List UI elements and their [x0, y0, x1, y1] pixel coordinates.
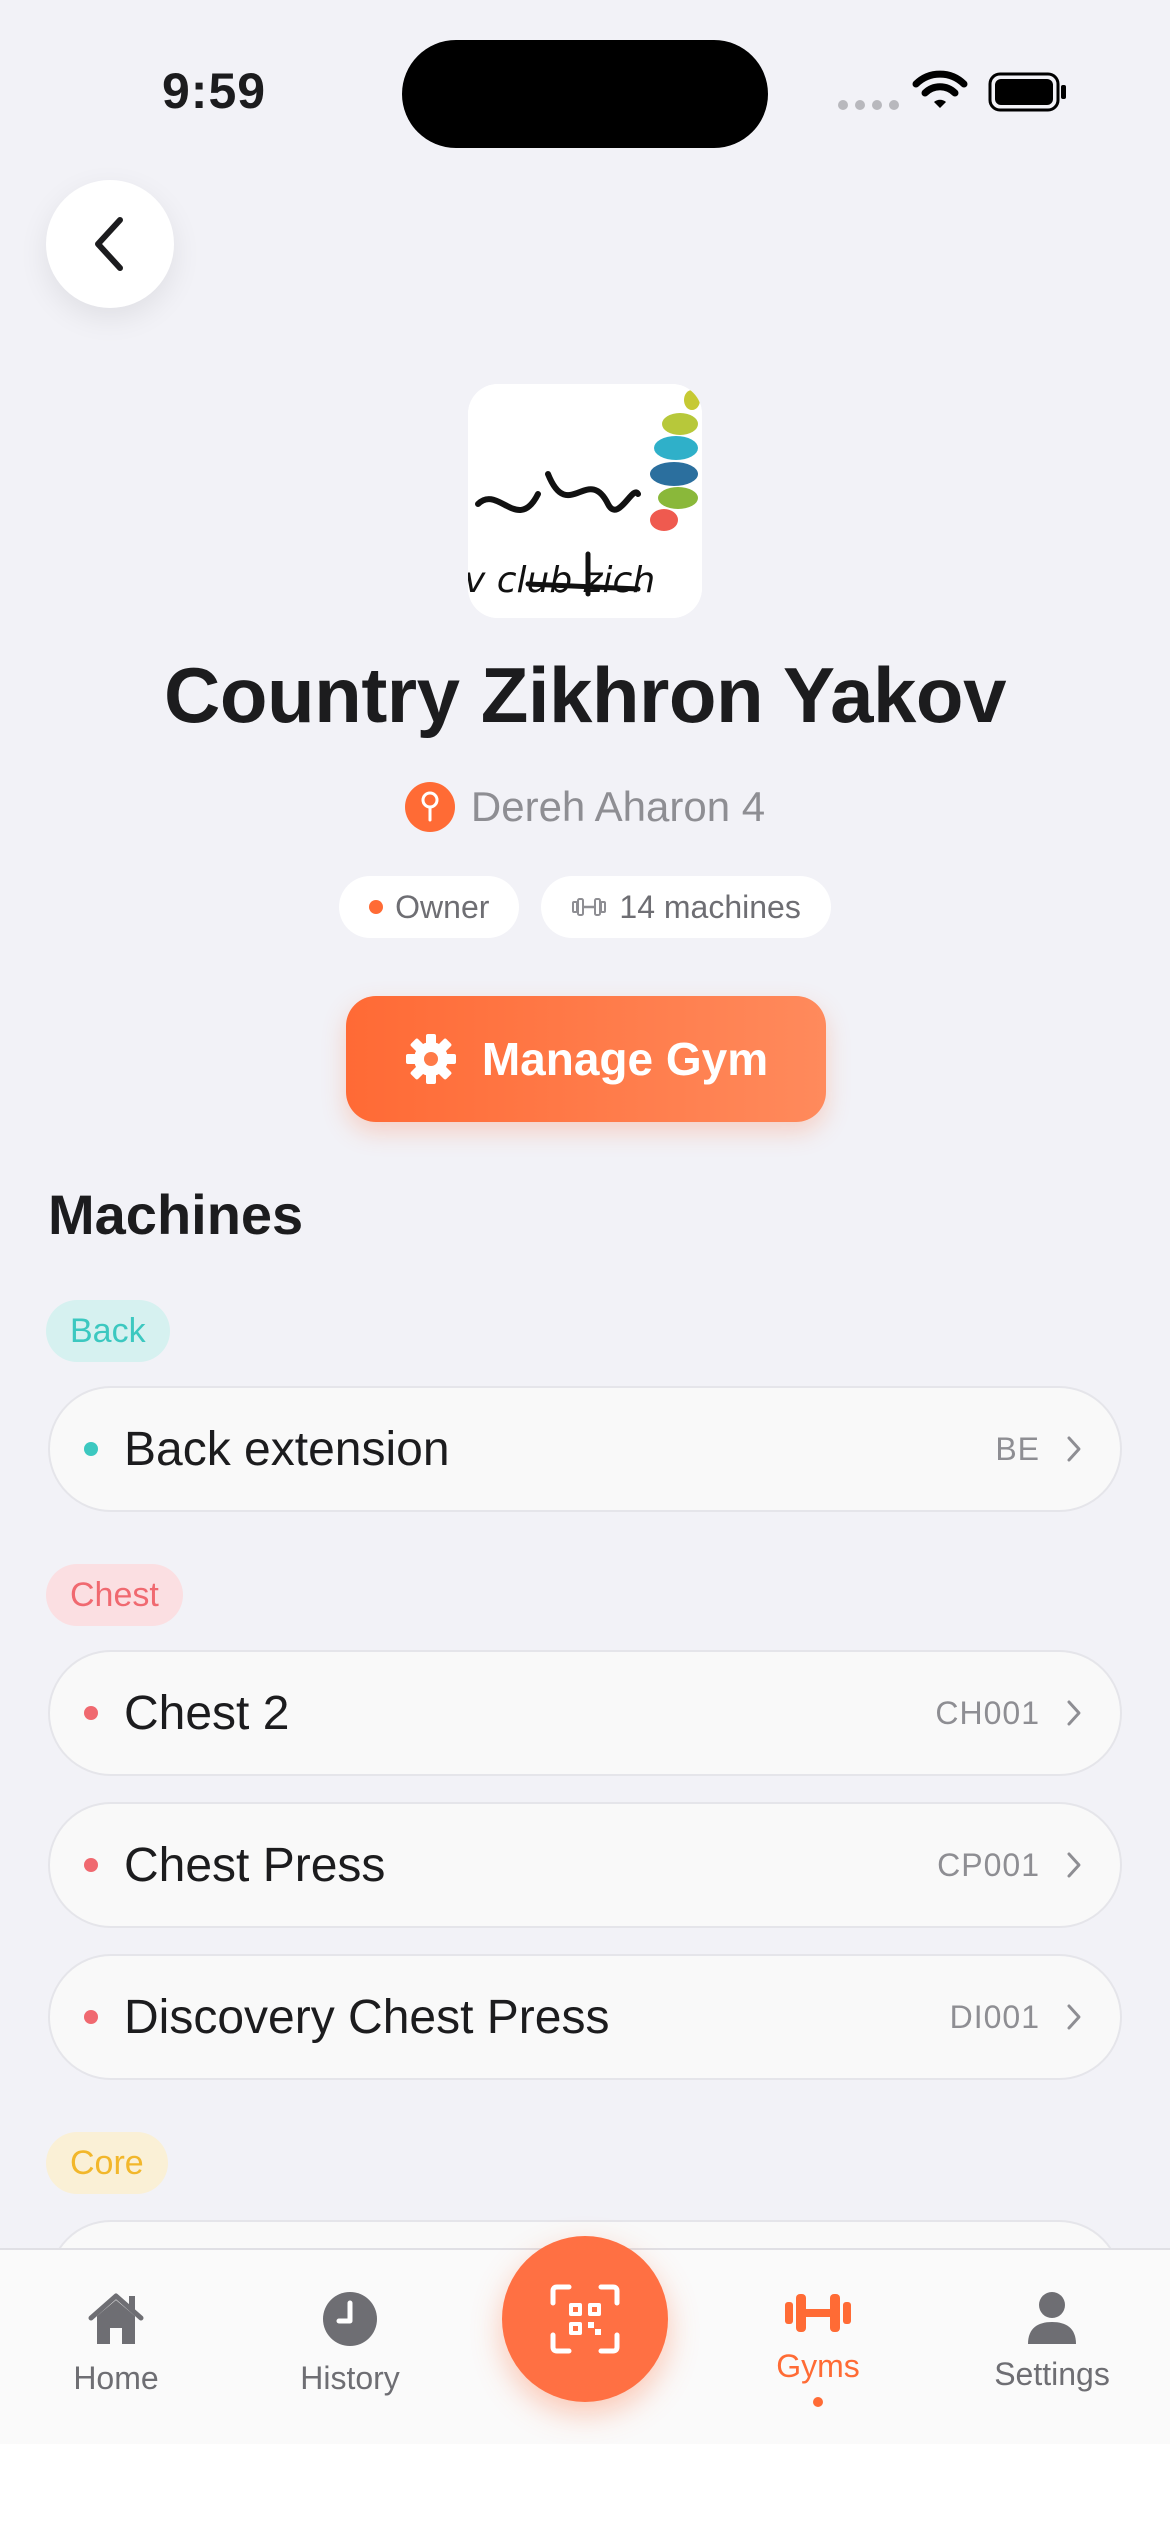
manage-gym-button[interactable]: Manage Gym	[346, 996, 826, 1122]
machine-row-back-extension[interactable]: Back extension BE	[48, 1386, 1122, 1512]
chevron-right-icon	[1067, 2004, 1081, 2030]
tab-label: Settings	[994, 2356, 1110, 2392]
address-text: Dereh Aharon 4	[470, 783, 766, 830]
dumbbell-icon	[572, 898, 607, 916]
chevron-right-icon	[1067, 1852, 1081, 1878]
wifi-icon	[912, 70, 968, 108]
person-icon	[1028, 2292, 1076, 2344]
gym-address: Dereh Aharon 4	[0, 782, 1170, 832]
gym-logo-text: v club zich	[468, 560, 655, 601]
tab-home[interactable]: Home	[16, 2290, 216, 2397]
home-icon	[88, 2293, 144, 2344]
category-dot	[84, 1706, 98, 1720]
category-tag-chest: Chest	[46, 1564, 183, 1626]
machine-code: CP001	[937, 1846, 1040, 1883]
machines-section-title: Machines	[48, 1183, 304, 1246]
status-time: 9:59	[162, 63, 267, 119]
cellular-signal-icon	[838, 100, 899, 110]
gym-logo: v club zich	[468, 384, 702, 618]
machine-row-chest-2[interactable]: Chest 2 CH001	[48, 1650, 1122, 1776]
tab-gyms[interactable]: Gyms	[718, 2290, 918, 2407]
back-button[interactable]	[46, 180, 174, 308]
machine-row-chest-press[interactable]: Chest Press CP001	[48, 1802, 1122, 1928]
location-pin-icon	[404, 782, 455, 832]
machine-name: Discovery Chest Press	[124, 1990, 610, 2044]
qr-scan-button[interactable]	[502, 2236, 668, 2402]
machine-code: BE	[995, 1430, 1040, 1467]
active-tab-indicator	[813, 2397, 823, 2407]
machine-code: DI001	[949, 1998, 1040, 2035]
battery-icon	[988, 72, 1066, 112]
gym-chips: Owner 14 machines	[0, 876, 1170, 938]
machine-row-discovery-chest-press[interactable]: Discovery Chest Press DI001	[48, 1954, 1122, 2080]
chevron-right-icon	[1067, 1700, 1081, 1726]
dumbbell-icon	[785, 2294, 851, 2332]
category-tag-back: Back	[46, 1300, 170, 1362]
machines-count-chip: 14 machines	[541, 876, 831, 938]
machine-code: CH001	[935, 1694, 1040, 1731]
chevron-left-icon	[95, 217, 123, 271]
status-dot	[369, 900, 384, 914]
role-chip: Owner	[339, 876, 520, 938]
gear-icon	[405, 1034, 456, 1084]
machine-name: Chest 2	[124, 1686, 290, 1740]
clock-icon	[323, 2292, 377, 2346]
category-tag-core: Core	[46, 2132, 168, 2194]
manage-gym-label: Manage Gym	[481, 1033, 769, 1085]
tab-history[interactable]: History	[250, 2290, 450, 2397]
home-indicator-area	[0, 2444, 1170, 2544]
machines-count-label: 14 machines	[619, 888, 801, 925]
chevron-right-icon	[1067, 1436, 1081, 1462]
category-dot	[84, 1442, 98, 1456]
machine-name: Chest Press	[124, 1838, 386, 1892]
tab-settings[interactable]: Settings	[952, 2290, 1152, 2393]
qr-scan-icon	[550, 2284, 620, 2354]
tab-label: Gyms	[776, 2348, 860, 2384]
gym-name: Country Zikhron Yakov	[164, 651, 1006, 739]
category-dot	[84, 1858, 98, 1872]
dynamic-island	[402, 40, 768, 148]
role-label: Owner	[395, 888, 490, 925]
category-dot	[84, 2010, 98, 2024]
tab-label: Home	[73, 2360, 159, 2396]
tab-label: History	[300, 2360, 400, 2396]
machine-name: Back extension	[124, 1422, 450, 1476]
